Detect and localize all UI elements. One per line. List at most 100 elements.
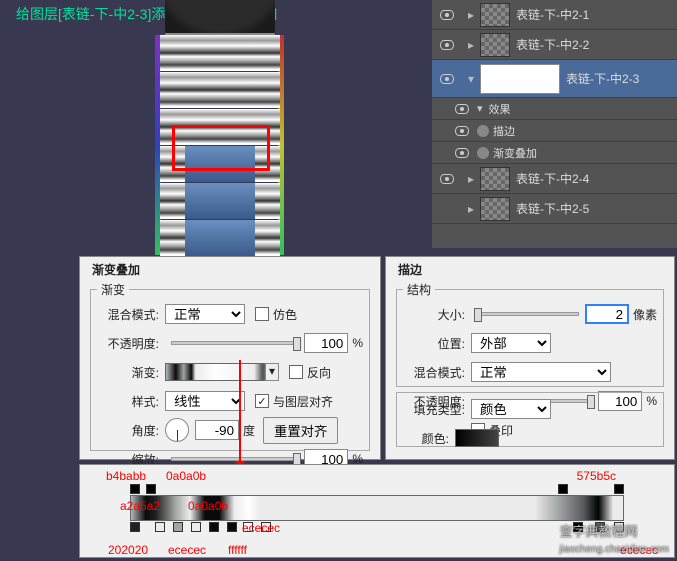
style-label: 样式: [97,393,159,410]
stroke-panel: 描边 结构 大小: 像素 位置: 外部 混合模式: 正常 不透明度: % 叠印 [385,256,675,460]
color-label: 颜色: [403,430,449,447]
layer-thumbnail [480,167,510,191]
group-label: 结构 [403,281,435,298]
angle-dial[interactable] [165,418,189,442]
size-input[interactable] [585,304,629,324]
size-label: 大小: [403,306,465,323]
gradient-overlay-panel: 渐变叠加 渐变 混合模式: 正常 仿色 不透明度: % 渐变: ▾ 反向 样式:… [79,256,381,460]
angle-unit: 度 [243,422,255,439]
opacity-label: 不透明度: [97,335,159,352]
chevron-icon[interactable]: ▸ [462,202,480,216]
chevron-icon[interactable]: ▸ [462,38,480,52]
arrow-annotation [239,360,241,472]
opacity-stop[interactable] [614,484,624,494]
blend-mode-select[interactable]: 正常 [165,304,245,324]
style-select[interactable]: 线性 [165,391,245,411]
opacity-stop[interactable] [146,484,156,494]
align-checkbox[interactable] [255,394,269,408]
angle-label: 角度: [97,422,159,439]
color-stop[interactable] [227,522,237,532]
layer-row[interactable]: ▸ 表链-下-中2-4 [432,164,677,194]
visibility-icon[interactable] [440,74,454,84]
chevron-icon[interactable]: ▸ [462,172,480,186]
highlight-box [172,125,270,171]
layer-row[interactable]: ▸ 表链-下-中2-1 [432,0,677,30]
layer-name: 表链-下-中2-2 [516,36,589,53]
visibility-icon[interactable] [455,126,469,136]
color-stop[interactable] [155,522,165,532]
hex-annotation: ececec [168,543,206,557]
color-stop[interactable] [173,522,183,532]
layer-name: 表链-下-中2-4 [516,170,589,187]
gradient-preview[interactable] [165,363,265,381]
layer-name: 表链-下-中2-5 [516,200,589,217]
visibility-icon[interactable] [440,40,454,50]
dither-label: 仿色 [273,306,297,323]
size-unit: 像素 [633,306,657,323]
chevron-icon[interactable]: ▸ [462,8,480,22]
effect-stroke-row[interactable]: 描边 [432,120,677,142]
gradient-label: 渐变: [97,364,159,381]
layers-panel: ▸ 表链-下-中2-1 ▸ 表链-下-中2-2 ▾ 表链-下-中2-3 ▾ 效果… [432,0,677,248]
effect-name: 渐变叠加 [493,145,537,161]
layer-row[interactable]: ▸ 表链-下-中2-5 [432,194,677,224]
chevron-down-icon[interactable]: ▾ [462,72,480,86]
hex-annotation: a2a5a2 [120,499,160,513]
fx-icon [477,125,489,137]
reverse-checkbox[interactable] [289,365,303,379]
group-label: 渐变 [97,281,129,298]
align-label: 与图层对齐 [273,393,333,410]
layer-thumbnail [480,197,510,221]
effects-row[interactable]: ▾ 效果 [432,98,677,120]
visibility-icon[interactable] [440,10,454,20]
opacity-input[interactable] [304,333,348,353]
layer-name: 表链-下-中2-3 [566,70,639,87]
hex-annotation: 0a0a0b [188,499,228,513]
reverse-label: 反向 [307,364,331,381]
panel-title: 描边 [396,261,424,278]
hex-annotation: 0a0a0b [166,469,206,483]
color-swatch[interactable] [455,429,499,447]
color-stop[interactable] [130,522,140,532]
layer-name: 表链-下-中2-1 [516,6,589,23]
blend-mode-select[interactable]: 正常 [471,362,611,382]
angle-input[interactable] [195,420,239,440]
color-stop[interactable] [209,522,219,532]
effect-name: 描边 [493,123,515,139]
layer-row[interactable]: ▸ 表链-下-中2-2 [432,30,677,60]
effects-label: 效果 [489,101,511,117]
opacity-stop[interactable] [558,484,568,494]
layer-row-selected[interactable]: ▾ 表链-下-中2-3 [432,60,677,98]
reset-align-button[interactable]: 重置对齐 [263,417,338,444]
hex-annotation: b4babb [106,469,146,483]
size-slider[interactable] [477,312,579,316]
dropdown-icon[interactable]: ▾ [265,363,279,381]
blend-mode-label: 混合模式: [403,364,465,381]
opacity-unit: % [352,336,363,350]
visibility-icon[interactable] [455,148,469,158]
hex-annotation: 202020 [108,543,148,557]
fill-type-label: 填充类型: [403,401,465,418]
visibility-icon[interactable] [440,174,454,184]
bullet-icon: ▾ [477,102,483,115]
fill-type-select[interactable]: 颜色 [471,399,551,419]
position-label: 位置: [403,335,465,352]
position-select[interactable]: 外部 [471,333,551,353]
layer-thumbnail [480,33,510,57]
opacity-stop[interactable] [130,484,140,494]
watermark: 查字典教程网 jiaocheng.chazidian.com [559,521,669,555]
panel-title: 渐变叠加 [90,261,142,278]
dither-checkbox[interactable] [255,307,269,321]
fx-icon [477,147,489,159]
layer-thumbnail [480,3,510,27]
watch-preview [130,0,310,260]
opacity-slider[interactable] [171,341,298,345]
color-stop[interactable] [191,522,201,532]
layer-thumbnail [480,64,560,94]
hex-annotation: 575b5c [577,469,616,483]
blend-mode-label: 混合模式: [97,306,159,323]
visibility-icon[interactable] [455,104,469,114]
hex-annotation: ffffff [228,543,247,557]
effect-gradient-row[interactable]: 渐变叠加 [432,142,677,164]
hex-annotation: ececec [242,521,280,535]
